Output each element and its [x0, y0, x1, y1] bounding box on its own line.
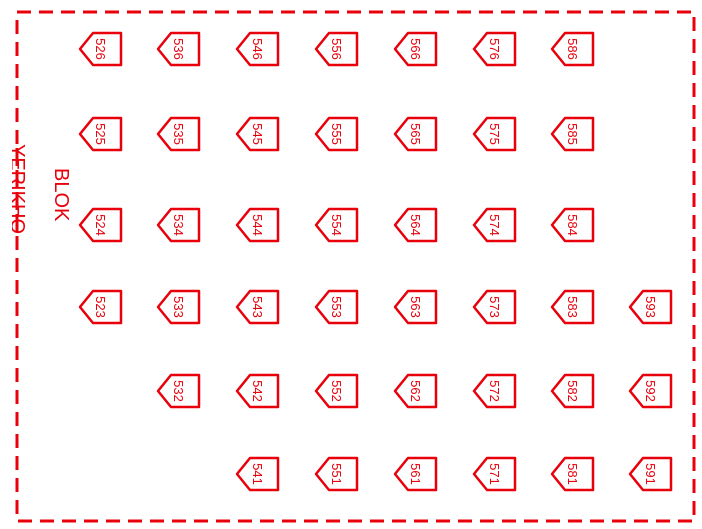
plot-534[interactable]: 534	[156, 207, 202, 243]
plot-564[interactable]: 564	[393, 207, 439, 243]
plot-593[interactable]: 593	[628, 289, 674, 325]
plot-number: 591	[643, 463, 659, 485]
plot-533[interactable]: 533	[156, 289, 202, 325]
plot-541[interactable]: 541	[235, 456, 281, 492]
plot-544[interactable]: 544	[235, 207, 281, 243]
plot-555[interactable]: 555	[314, 116, 360, 152]
plot-number: 551	[329, 463, 345, 485]
plot-552[interactable]: 552	[314, 373, 360, 409]
plot-number: 592	[643, 380, 659, 402]
plot-543[interactable]: 543	[235, 289, 281, 325]
plot-number: 582	[565, 380, 581, 402]
plot-584[interactable]: 584	[550, 207, 596, 243]
plot-number: 552	[329, 380, 345, 402]
plot-545[interactable]: 545	[235, 116, 281, 152]
plot-582[interactable]: 582	[550, 373, 596, 409]
plot-565[interactable]: 565	[393, 116, 439, 152]
plot-583[interactable]: 583	[550, 289, 596, 325]
plot-586[interactable]: 586	[550, 31, 596, 67]
plot-number: 575	[487, 123, 503, 145]
plot-523[interactable]: 523	[78, 289, 124, 325]
plot-573[interactable]: 573	[472, 289, 518, 325]
plot-number: 573	[487, 296, 503, 318]
plot-number: 524	[93, 214, 109, 236]
plot-524[interactable]: 524	[78, 207, 124, 243]
plot-number: 593	[643, 296, 659, 318]
plot-number: 585	[565, 123, 581, 145]
plot-number: 566	[408, 38, 424, 60]
plot-542[interactable]: 542	[235, 373, 281, 409]
plot-number: 535	[171, 123, 187, 145]
plot-554[interactable]: 554	[314, 207, 360, 243]
plot-number: 546	[250, 38, 266, 60]
plot-563[interactable]: 563	[393, 289, 439, 325]
plot-number: 533	[171, 296, 187, 318]
plot-535[interactable]: 535	[156, 116, 202, 152]
plot-number: 562	[408, 380, 424, 402]
plot-591[interactable]: 591	[628, 456, 674, 492]
plot-592[interactable]: 592	[628, 373, 674, 409]
plot-number: 523	[93, 296, 109, 318]
plot-571[interactable]: 571	[472, 456, 518, 492]
plot-number: 561	[408, 463, 424, 485]
plot-556[interactable]: 556	[314, 31, 360, 67]
plot-number: 526	[93, 38, 109, 60]
plot-576[interactable]: 576	[472, 31, 518, 67]
plot-number: 536	[171, 38, 187, 60]
plot-number: 574	[487, 214, 503, 236]
plot-575[interactable]: 575	[472, 116, 518, 152]
plot-number: 544	[250, 214, 266, 236]
plot-566[interactable]: 566	[393, 31, 439, 67]
plot-number: 542	[250, 380, 266, 402]
plot-536[interactable]: 536	[156, 31, 202, 67]
plot-number: 565	[408, 123, 424, 145]
plot-number: 571	[487, 463, 503, 485]
plot-number: 586	[565, 38, 581, 60]
plot-585[interactable]: 585	[550, 116, 596, 152]
plot-number: 543	[250, 296, 266, 318]
plot-number: 541	[250, 463, 266, 485]
plot-number: 555	[329, 123, 345, 145]
plot-546[interactable]: 546	[235, 31, 281, 67]
plot-number: 532	[171, 380, 187, 402]
plot-number: 572	[487, 380, 503, 402]
plot-number: 583	[565, 296, 581, 318]
plot-581[interactable]: 581	[550, 456, 596, 492]
plot-number: 553	[329, 296, 345, 318]
plot-551[interactable]: 551	[314, 456, 360, 492]
plot-562[interactable]: 562	[393, 373, 439, 409]
plot-number: 534	[171, 214, 187, 236]
plot-number: 545	[250, 123, 266, 145]
plot-number: 584	[565, 214, 581, 236]
plot-number: 525	[93, 123, 109, 145]
plot-574[interactable]: 574	[472, 207, 518, 243]
plot-525[interactable]: 525	[78, 116, 124, 152]
plot-532[interactable]: 532	[156, 373, 202, 409]
plot-grid: 526 536 546 556 566 576 586 525 535 545 555 565 575 5…	[0, 0, 702, 529]
plot-number: 564	[408, 214, 424, 236]
plot-number: 556	[329, 38, 345, 60]
plot-number: 554	[329, 214, 345, 236]
plot-number: 576	[487, 38, 503, 60]
plot-526[interactable]: 526	[78, 31, 124, 67]
plot-572[interactable]: 572	[472, 373, 518, 409]
plot-number: 581	[565, 463, 581, 485]
plot-553[interactable]: 553	[314, 289, 360, 325]
plot-561[interactable]: 561	[393, 456, 439, 492]
plot-number: 563	[408, 296, 424, 318]
